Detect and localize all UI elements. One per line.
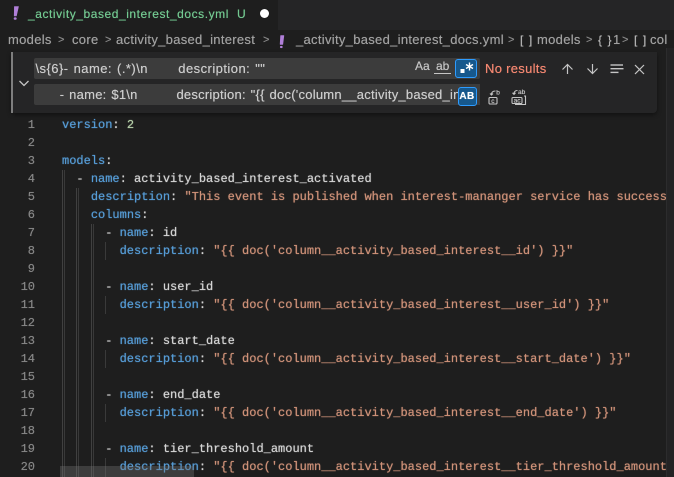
svg-text:ab: ab [518,89,526,96]
svg-text:ac: ac [514,98,522,105]
svg-text:b: b [496,90,500,97]
